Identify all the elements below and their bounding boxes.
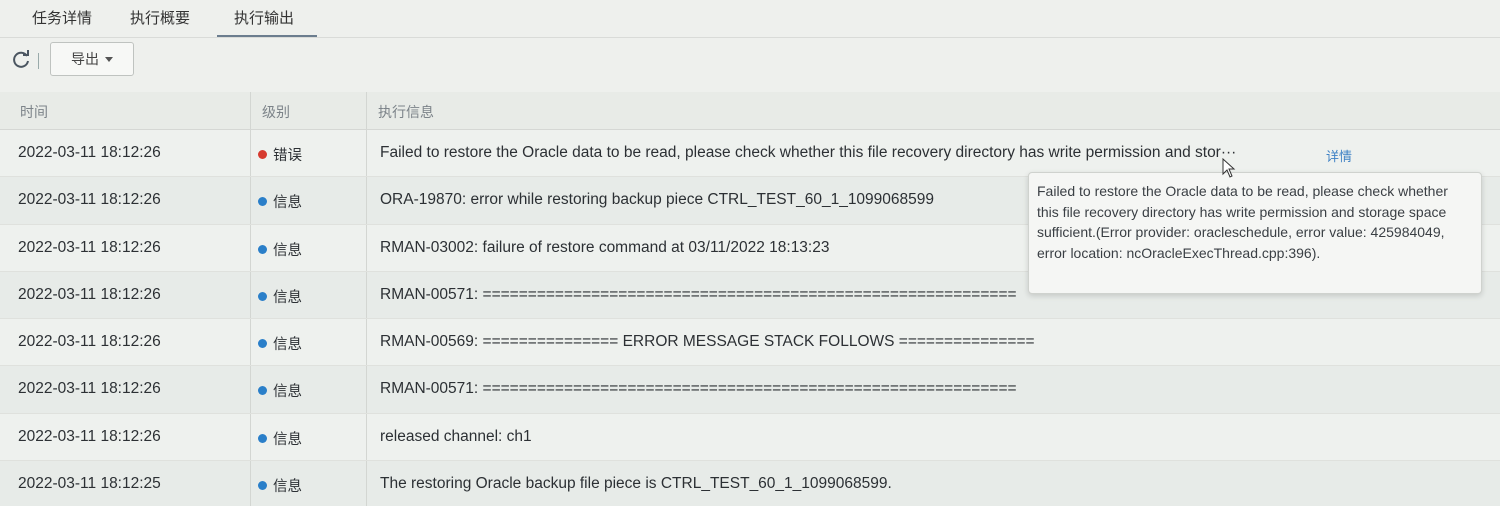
detail-link[interactable]: 详情 xyxy=(1326,146,1352,165)
row-level: 信息 xyxy=(258,475,302,496)
row-time: 2022-03-11 18:12:26 xyxy=(18,285,161,303)
level-label: 信息 xyxy=(273,289,302,306)
row-message: RMAN-00571: ============================… xyxy=(380,380,1017,398)
column-divider xyxy=(250,130,251,177)
level-dot-icon xyxy=(258,481,267,491)
level-dot-icon xyxy=(258,197,267,207)
row-message: RMAN-03002: failure of restore command a… xyxy=(380,238,830,256)
column-divider xyxy=(366,224,367,271)
row-time: 2022-03-11 18:12:26 xyxy=(18,427,161,445)
mouse-cursor-icon xyxy=(1222,157,1236,178)
row-time: 2022-03-11 18:12:26 xyxy=(18,380,161,398)
level-label: 错误 xyxy=(273,148,302,164)
tab-execution-output[interactable]: 执行输出 xyxy=(234,7,294,31)
column-divider xyxy=(366,130,367,177)
row-time: 2022-03-11 18:12:26 xyxy=(18,238,161,256)
column-divider xyxy=(366,413,367,461)
level-label: 信息 xyxy=(273,431,302,448)
row-message: RMAN-00569: =============== ERROR MESSAG… xyxy=(380,333,1035,351)
error-tooltip: Failed to restore the Oracle data to be … xyxy=(1028,172,1482,294)
column-divider xyxy=(250,461,251,506)
row-message: ORA-19870: error while restoring backup … xyxy=(380,191,935,209)
table-row: 2022-03-11 18:12:26 信息 RMAN-00569: =======… xyxy=(0,319,1500,367)
row-message: RMAN-00571: ============================… xyxy=(380,285,1017,303)
level-dot-icon xyxy=(258,291,267,301)
level-dot-icon xyxy=(258,433,267,443)
row-time: 2022-03-11 18:12:26 xyxy=(18,191,161,209)
refresh-icon[interactable] xyxy=(10,49,32,71)
level-label: 信息 xyxy=(273,337,302,354)
column-divider xyxy=(250,177,251,224)
column-divider xyxy=(250,319,251,366)
tab-task-details[interactable]: 任务详情 xyxy=(32,7,92,31)
tab-bar: 任务详情 执行概要 执行输出 xyxy=(0,0,1500,38)
toolbar: 导出 xyxy=(0,40,400,80)
tab-execution-summary[interactable]: 执行概要 xyxy=(130,7,190,31)
row-message: The restoring Oracle backup file piece i… xyxy=(380,475,892,493)
column-divider xyxy=(366,92,367,129)
toolbar-divider xyxy=(38,53,39,69)
column-divider xyxy=(366,366,367,413)
row-level: 错误 xyxy=(258,144,302,165)
export-label: 导出 xyxy=(71,52,99,68)
table-row: 2022-03-11 18:12:26 错误 Failed to restore t… xyxy=(0,130,1500,178)
row-level: 信息 xyxy=(258,428,302,449)
level-dot-icon xyxy=(258,339,267,349)
log-table: 时间 级别 执行信息 2022-03-11 18:12:26 错误 Failed t… xyxy=(0,92,1500,506)
level-label: 信息 xyxy=(273,195,302,212)
level-label: 信息 xyxy=(273,384,302,401)
level-dot-icon xyxy=(258,244,267,254)
row-time: 2022-03-11 18:12:26 xyxy=(18,144,161,161)
header-message: 执行信息 xyxy=(378,105,434,121)
table-row: 2022-03-11 18:12:26 信息 released channel: c… xyxy=(0,413,1500,462)
row-message: Failed to restore the Oracle data to be … xyxy=(380,144,1237,161)
row-level: 信息 xyxy=(258,380,302,401)
column-divider xyxy=(250,224,251,271)
column-divider xyxy=(366,319,367,366)
row-time: 2022-03-11 18:12:25 xyxy=(18,475,161,493)
row-level: 信息 xyxy=(258,191,302,212)
active-tab-indicator xyxy=(217,35,317,37)
column-divider xyxy=(250,271,251,319)
level-dot-icon xyxy=(258,150,267,159)
column-divider xyxy=(366,177,367,224)
row-level: 信息 xyxy=(258,286,302,307)
column-divider xyxy=(250,366,251,413)
table-row: 2022-03-11 18:12:26 信息 RMAN-00571: =======… xyxy=(0,366,1500,414)
header-time: 时间 xyxy=(20,105,48,121)
column-divider xyxy=(366,461,367,506)
column-divider xyxy=(366,271,367,319)
level-label: 信息 xyxy=(273,242,302,259)
row-message: released channel: ch1 xyxy=(380,427,532,445)
row-level: 信息 xyxy=(258,333,302,354)
column-divider xyxy=(250,92,251,129)
row-level: 信息 xyxy=(258,239,302,260)
table-header: 时间 级别 执行信息 xyxy=(0,92,1500,130)
caret-down-icon xyxy=(105,56,113,62)
header-level: 级别 xyxy=(262,105,290,121)
level-dot-icon xyxy=(258,386,267,396)
export-button[interactable]: 导出 xyxy=(50,42,134,76)
table-row: 2022-03-11 18:12:25 信息 The restoring Oracl… xyxy=(0,461,1500,506)
level-label: 信息 xyxy=(273,479,302,496)
column-divider xyxy=(250,413,251,461)
row-time: 2022-03-11 18:12:26 xyxy=(18,333,161,351)
